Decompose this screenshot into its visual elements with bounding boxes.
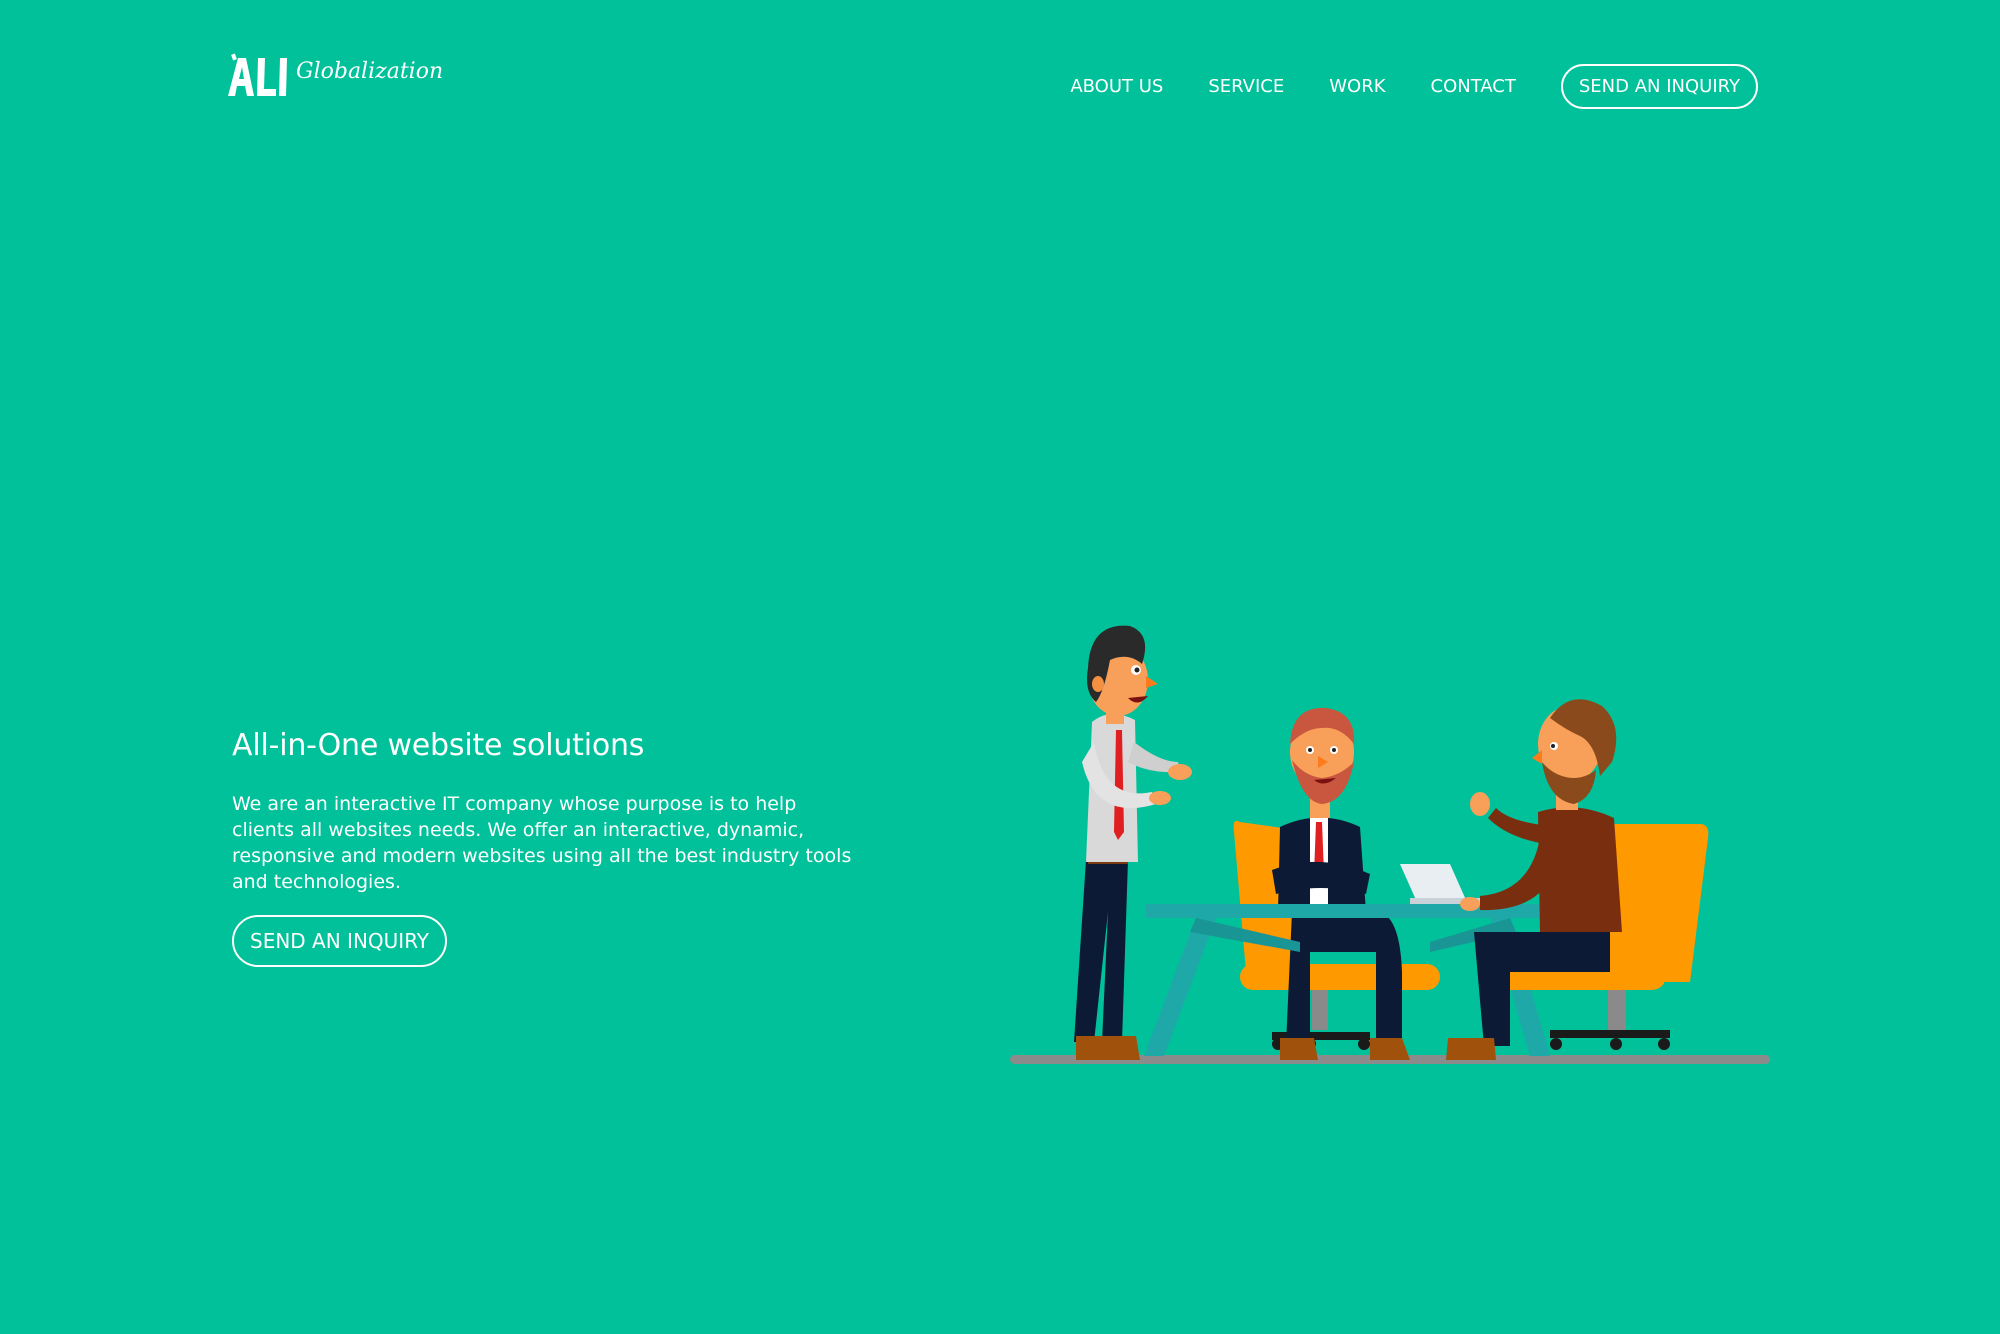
hero-title: All-in-One website solutions <box>232 728 645 763</box>
hero-description: We are an interactive IT company whose p… <box>232 793 852 893</box>
hero-section: All-in-One website solutions We are an i… <box>232 728 872 967</box>
hero-send-inquiry-button[interactable]: SEND AN INQUIRY <box>232 915 448 967</box>
logo[interactable]: Globalization <box>224 52 444 102</box>
nav-send-inquiry-button[interactable]: SEND AN INQUIRY <box>1560 64 1758 109</box>
nav-contact[interactable]: CONTACT <box>1431 76 1516 97</box>
meeting-illustration-svg <box>1010 625 1770 1064</box>
nav-about-us[interactable]: ABOUT US <box>1070 76 1163 97</box>
logo-mark: Globalization <box>228 53 443 96</box>
main-nav: ABOUT US SERVICE WORK CONTACT SEND AN IN… <box>1070 64 1758 109</box>
nav-service[interactable]: SERVICE <box>1208 76 1284 97</box>
nav-work[interactable]: WORK <box>1329 76 1385 97</box>
logo-text: Globalization <box>296 59 443 84</box>
seated-man-middle <box>1272 707 1410 1060</box>
business-meeting-illustration <box>1010 612 1775 1072</box>
